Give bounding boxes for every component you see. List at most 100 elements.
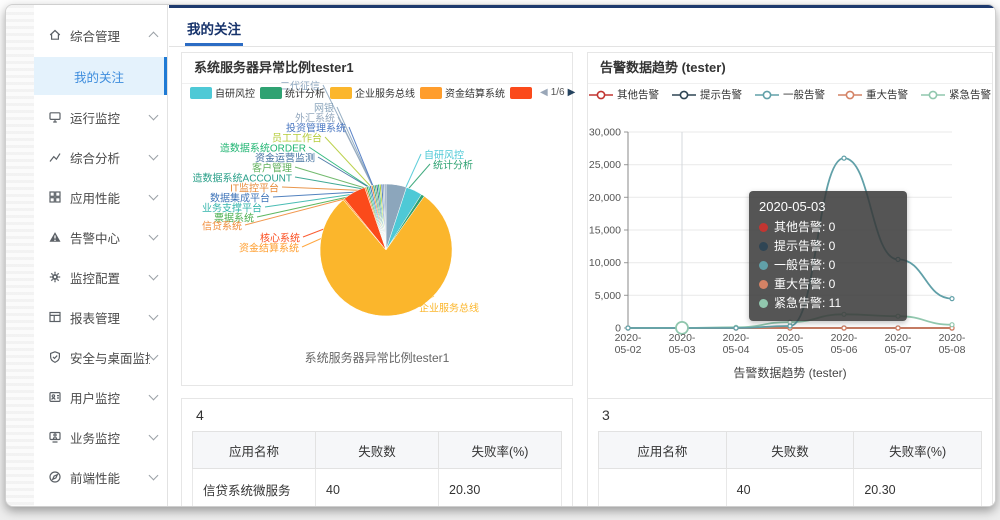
y-axis-label: 10,000: [589, 257, 621, 269]
sidebar-item[interactable]: 报表管理: [34, 297, 167, 337]
data-point[interactable]: [842, 326, 846, 330]
tooltip-text: 重大告警: 0: [774, 275, 835, 294]
line-chart-panel: 告警数据趋势 (tester) 其他告警提示告警一般告警重大告警紧急告警 05,…: [587, 52, 993, 402]
line-legend-marker: [921, 89, 945, 101]
legend-label: 紧急告警: [949, 87, 991, 102]
chevron-down-icon: [149, 151, 159, 161]
tooltip-text: 紧急告警: 11: [774, 294, 841, 313]
table-row[interactable]: 信贷系统微服务4020.30: [193, 469, 562, 508]
sidebar-item[interactable]: 前端性能: [34, 457, 167, 497]
failure-table: 应用名称失败数失败率(%)信贷系统微服务4020.30: [192, 431, 562, 507]
series-color-dot: [759, 261, 768, 270]
data-point[interactable]: [842, 156, 846, 160]
sidebar-item-label: 用户监控: [70, 388, 150, 407]
table-header-cell: 应用名称: [193, 432, 316, 469]
sidebar-item[interactable]: 安全与桌面监控: [34, 337, 167, 377]
background-texture: [6, 5, 34, 506]
legend-swatch: [260, 87, 282, 99]
sidebar-item[interactable]: 应用性能: [34, 177, 167, 217]
tab-label: 我的关注: [187, 22, 241, 37]
legend-page-indicator: 1/6: [551, 87, 565, 98]
legend-prev-icon[interactable]: ◀: [540, 87, 548, 98]
legend-item[interactable]: 资金结算系统: [420, 85, 505, 100]
pie-caption: 系统服务器异常比例tester1: [182, 349, 572, 366]
x-axis-label: 2020-05-07: [885, 332, 912, 356]
x-axis-label: 2020-05-08: [939, 332, 966, 356]
chevron-up-icon: [149, 32, 159, 42]
pie-label: 企业服务总线: [419, 300, 479, 315]
tooltip-row: 紧急告警: 11: [759, 294, 897, 313]
legend-item[interactable]: 自研风控: [190, 85, 255, 100]
chevron-down-icon: [149, 431, 159, 441]
sidebar-item[interactable]: 监控配置: [34, 257, 167, 297]
sidebar-item[interactable]: 告警中心: [34, 217, 167, 257]
sidebar-item[interactable]: 用户监控: [34, 377, 167, 417]
legend-next-icon[interactable]: ▶: [568, 87, 576, 98]
y-axis-label: 30,000: [589, 127, 621, 139]
legend-item[interactable]: 一般告警: [755, 87, 825, 102]
legend-label: 企业服务总线: [355, 85, 415, 100]
legend-item[interactable]: 统计分析: [260, 85, 325, 100]
x-axis-label: 2020-05-03: [669, 332, 696, 356]
table-row[interactable]: 4020.30: [599, 469, 982, 508]
tooltip-text: 一般告警: 0: [774, 256, 835, 275]
sidebar-item[interactable]: 运行监控: [34, 97, 167, 137]
chevron-down-icon: [149, 391, 159, 401]
sidebar-item-label: 综合分析: [70, 148, 150, 167]
table-cell: [599, 469, 727, 508]
legend-label: 自研风控: [215, 85, 255, 100]
sidebar-item-label: 告警中心: [70, 228, 150, 247]
sidebar-item[interactable]: 综合分析: [34, 137, 167, 177]
business-monitor-icon: [48, 430, 62, 444]
series-color-dot: [759, 299, 768, 308]
sidebar-item-label: 业务监控: [70, 428, 150, 447]
legend-item[interactable]: 重大告警: [838, 87, 908, 102]
sidebar-item-label: 前端性能: [70, 468, 150, 487]
legend-item[interactable]: 提示告警: [672, 87, 742, 102]
sidebar-item[interactable]: 综合管理: [34, 15, 167, 55]
pie-chart[interactable]: 二代征信网银外汇系统投资管理系统员工工作台造数据系统ORDER资金运营监测客户管…: [182, 79, 574, 343]
table-title: 3: [588, 399, 992, 429]
legend-item[interactable]: 紧急告警: [921, 87, 991, 102]
x-axis-label: 2020-05-06: [831, 332, 858, 356]
sidebar-subitem-label: 我的关注: [74, 67, 124, 86]
data-point[interactable]: [626, 326, 630, 330]
y-axis-label: 25,000: [589, 159, 621, 171]
data-point[interactable]: [950, 323, 954, 327]
tab-my-focus[interactable]: 我的关注: [185, 8, 243, 46]
sidebar-item-label: 安全与桌面监控: [70, 348, 150, 367]
chevron-down-icon: [149, 231, 159, 241]
data-point[interactable]: [734, 326, 738, 330]
data-point[interactable]: [950, 297, 954, 301]
sidebar-item-label: 监控配置: [70, 268, 150, 287]
line-legend-marker: [672, 89, 696, 101]
legend-item[interactable]: 其他告警: [589, 87, 659, 102]
line-legend-marker: [589, 89, 613, 101]
compass-icon: [48, 470, 62, 484]
alert-triangle-icon: [48, 230, 62, 244]
legend-item[interactable]: [510, 87, 535, 99]
gear-icon: [48, 270, 62, 284]
pie-label: 统计分析: [433, 157, 473, 172]
pie-label-line: [406, 154, 421, 187]
pie-label: 资金结算系统: [239, 240, 299, 255]
chevron-down-icon: [149, 111, 159, 121]
tooltip-row: 重大告警: 0: [759, 275, 897, 294]
data-point[interactable]: [788, 324, 792, 328]
line-legend-marker: [755, 89, 779, 101]
table-cell: 信贷系统微服务: [193, 469, 316, 508]
legend-label: 资金结算系统: [445, 85, 505, 100]
sidebar-subitem[interactable]: 我的关注: [34, 57, 167, 95]
sidebar-item-label: 综合管理: [70, 26, 150, 45]
x-axis-label: 2020-05-02: [615, 332, 642, 356]
data-point[interactable]: [896, 326, 900, 330]
tab-bar: 我的关注: [169, 8, 995, 47]
tooltip-row: 提示告警: 0: [759, 237, 897, 256]
sidebar-item[interactable]: 业务监控: [34, 417, 167, 457]
pie-legend: 自研风控统计分析企业服务总线资金结算系统◀1/6▶: [182, 85, 572, 100]
legend-swatch: [420, 87, 442, 99]
pie-label-line: [325, 137, 375, 191]
legend-item[interactable]: 企业服务总线: [330, 85, 415, 100]
legend-label: 提示告警: [700, 87, 742, 102]
sidebar-item-label: 运行监控: [70, 108, 150, 127]
